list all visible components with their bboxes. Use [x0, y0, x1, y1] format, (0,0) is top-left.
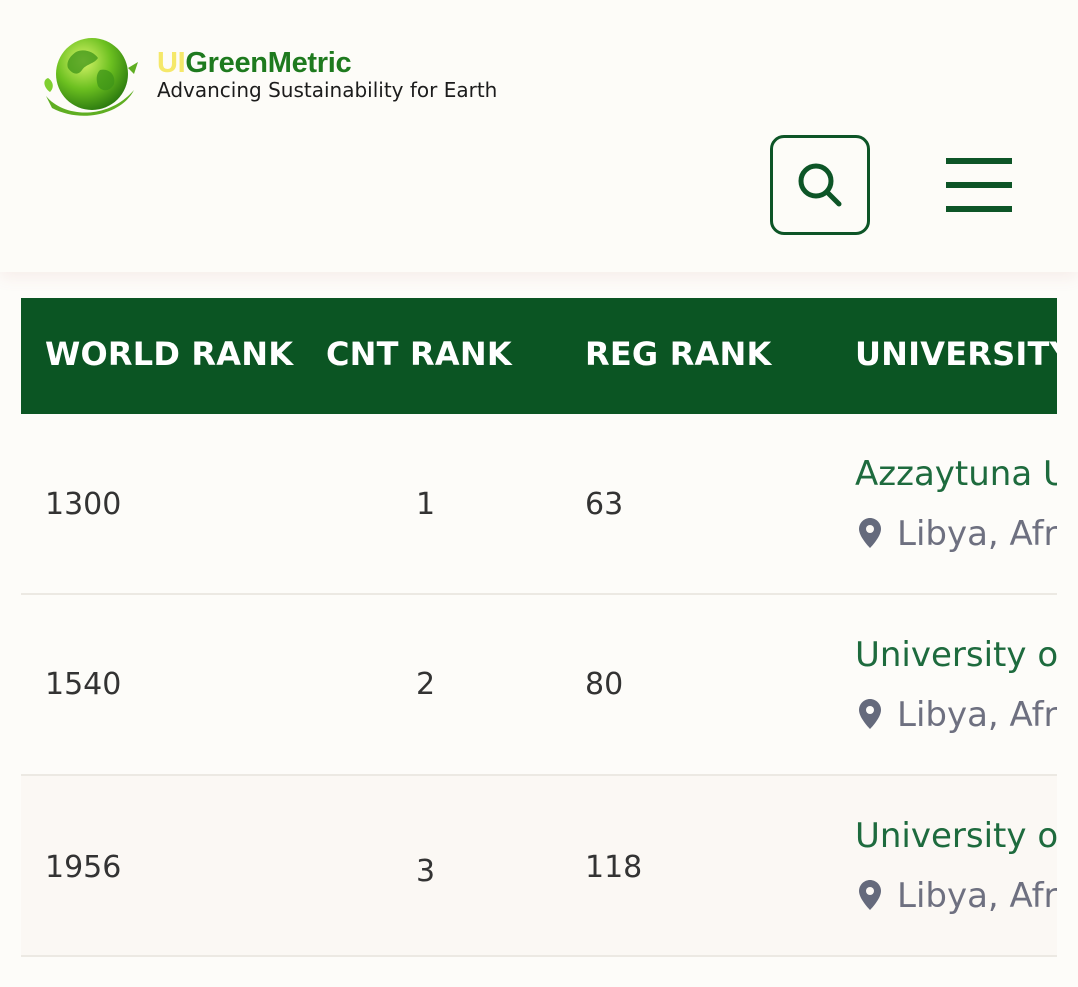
search-icon: [798, 163, 842, 207]
column-header-cnt-rank[interactable]: CNT RANK: [326, 334, 512, 374]
brand-name-prefix: UI: [157, 47, 186, 79]
location-text: Libya, Afr: [897, 876, 1057, 916]
world-rank-cell: 1956: [45, 850, 122, 885]
menu-bar-bottom: [946, 206, 1012, 212]
search-button[interactable]: [770, 135, 870, 235]
university-name-link[interactable]: Azzaytuna U: [855, 454, 1057, 494]
hamburger-menu-icon: [946, 158, 1012, 164]
university-location: Libya, Afr: [859, 876, 1057, 916]
brand-text: UIGreenMetric Advancing Sustainability f…: [157, 46, 497, 102]
column-header-reg-rank[interactable]: REG RANK: [585, 334, 772, 374]
world-rank-cell: 1540: [45, 667, 122, 702]
location-pin-icon: [859, 518, 881, 548]
location-pin-icon: [859, 699, 881, 729]
reg-rank-cell: 63: [585, 487, 624, 522]
table-row: 1540 2 80 University o Libya, Afr: [21, 595, 1057, 776]
brand-tagline: Advancing Sustainability for Earth: [157, 78, 498, 102]
cnt-rank-cell: 3: [416, 854, 436, 889]
location-text: Libya, Afr: [897, 514, 1057, 554]
university-location: Libya, Afr: [859, 514, 1057, 554]
brand-name-main: GreenMetric: [185, 47, 352, 79]
column-header-university[interactable]: UNIVERSITY: [855, 334, 1057, 374]
table-row: 1300 1 63 Azzaytuna U Libya, Afr: [21, 414, 1057, 595]
reg-rank-cell: 118: [585, 850, 643, 885]
university-name-link[interactable]: University o: [855, 635, 1057, 675]
reg-rank-cell: 80: [585, 667, 624, 702]
menu-bar-middle: [946, 182, 1012, 188]
university-name-link[interactable]: University o: [855, 816, 1057, 856]
table-header: WORLD RANK CNT RANK REG RANK UNIVERSITY: [21, 298, 1057, 414]
location-pin-icon: [859, 880, 881, 910]
ranking-table: WORLD RANK CNT RANK REG RANK UNIVERSITY …: [21, 298, 1057, 987]
table-row: 1956 3 118 University o Libya, Afr: [21, 776, 1057, 957]
university-location: Libya, Afr: [859, 695, 1057, 735]
cnt-rank-cell: 1: [416, 487, 436, 522]
world-rank-cell: 1300: [45, 487, 122, 522]
cnt-rank-cell: 2: [416, 667, 436, 702]
site-header: UIGreenMetric Advancing Sustainability f…: [0, 0, 1078, 272]
location-text: Libya, Afr: [897, 695, 1057, 735]
brand-name[interactable]: UIGreenMetric: [157, 46, 497, 80]
globe-logo-icon[interactable]: [42, 34, 138, 122]
hamburger-menu-button[interactable]: [946, 158, 1012, 214]
column-header-world-rank[interactable]: WORLD RANK: [45, 334, 293, 374]
